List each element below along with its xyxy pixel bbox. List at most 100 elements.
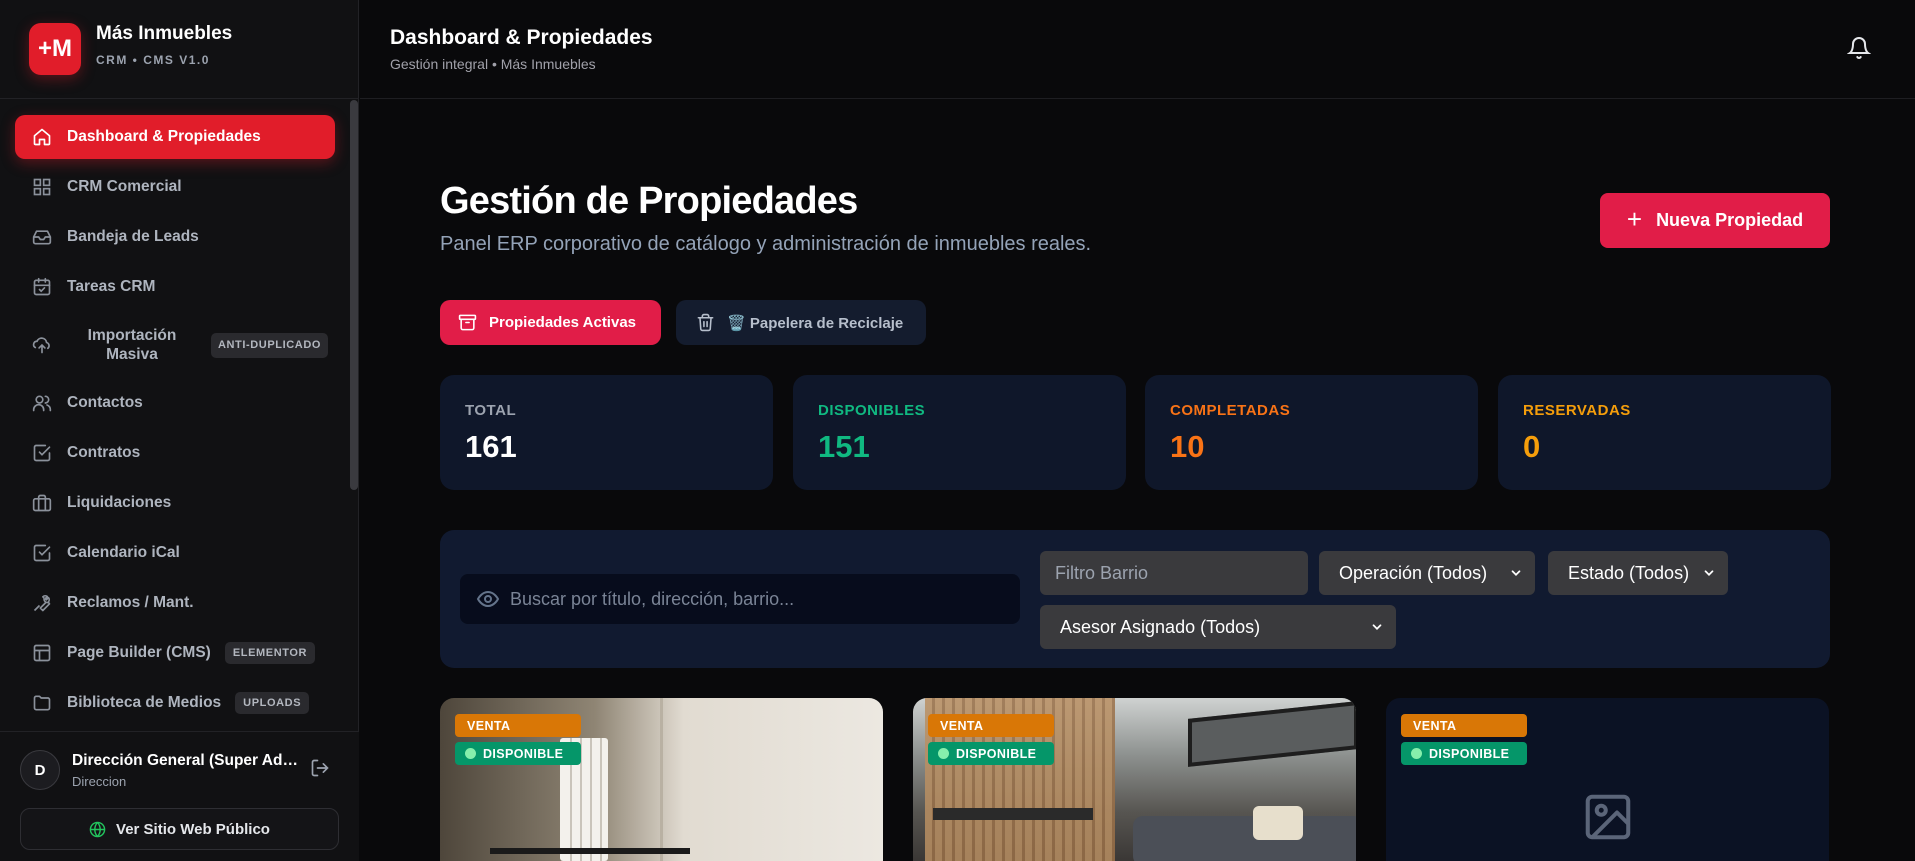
home-icon [32, 127, 52, 147]
stat-value: 151 [818, 429, 870, 464]
section-subtitle: Panel ERP corporativo de catálogo y admi… [440, 233, 1092, 255]
stat-label: COMPLETADAS [1170, 402, 1291, 419]
sidebar-item-label: Bandeja de Leads [67, 228, 199, 245]
public-site-label: Ver Sitio Web Público [116, 820, 270, 838]
filter-panel: Filtro Barrio Operación (Todos) Estado (… [440, 530, 1830, 668]
plus-icon: + [1626, 203, 1643, 234]
stat-value: 161 [465, 429, 517, 464]
chevron-down-icon [1509, 566, 1523, 580]
pipe-graphic [490, 848, 690, 854]
sidebar-item-contratos[interactable]: Contratos [15, 431, 335, 475]
chevron-down-icon [1370, 620, 1384, 634]
sidebar-item-biblioteca[interactable]: Biblioteca de Medios UPLOADS [15, 681, 335, 725]
sofa-graphic [1133, 816, 1356, 861]
sidebar-scrollbar[interactable] [350, 100, 358, 490]
logout-icon[interactable] [310, 758, 330, 783]
brand: +M Más Inmuebles CRM • CMS V1.0 [0, 0, 358, 99]
grid-icon [32, 177, 52, 197]
new-property-button[interactable]: + Nueva Propiedad [1600, 193, 1830, 248]
breadcrumb: Gestión integral • Más Inmuebles [390, 56, 596, 72]
calendar-check-icon [32, 277, 52, 297]
topbar: Dashboard & Propiedades Gestión integral… [360, 0, 1915, 99]
globe-icon [89, 821, 106, 838]
brand-logo[interactable]: +M [29, 23, 81, 75]
sidebar-item-label: Calendario iCal [67, 544, 180, 561]
stat-label: TOTAL [465, 402, 517, 419]
stat-label: DISPONIBLES [818, 402, 926, 419]
advisor-select[interactable]: Asesor Asignado (Todos) [1040, 605, 1396, 649]
briefcase-icon [32, 493, 52, 513]
search-input[interactable] [510, 588, 1000, 610]
brand-name: Más Inmuebles [96, 23, 233, 44]
stat-card-completadas: COMPLETADAS 10 [1145, 375, 1478, 490]
stat-value: 10 [1170, 429, 1205, 464]
barrio-filter-input[interactable]: Filtro Barrio [1040, 551, 1308, 595]
stat-card-disponibles: DISPONIBLES 151 [793, 375, 1126, 490]
cushion-graphic [1253, 806, 1303, 840]
sidebar-item-crm[interactable]: CRM Comercial [15, 165, 335, 209]
sidebar-item-label: Page Builder (CMS) [67, 644, 211, 661]
elementor-badge: ELEMENTOR [224, 642, 316, 664]
tab-recycle-bin[interactable]: 🗑️ Papelera de Reciclaje [676, 300, 926, 345]
anti-duplicado-badge: ANTI-DUPLICADO [211, 332, 328, 358]
archive-icon [458, 313, 477, 332]
sidebar-item-label: Tareas CRM [67, 278, 156, 295]
folder-icon [32, 693, 52, 713]
bell-icon[interactable] [1846, 36, 1872, 65]
inbox-icon [32, 227, 52, 247]
sidebar-item-importacion[interactable]: Importación Masiva ANTI-DUPLICADO [15, 315, 335, 375]
sidebar-item-contactos[interactable]: Contactos [15, 381, 335, 425]
advisor-select-value: Asesor Asignado (Todos) [1060, 616, 1261, 637]
stat-card-reservadas: RESERVADAS 0 [1498, 375, 1831, 490]
status-badge: DISPONIBLE [1401, 742, 1527, 765]
sidebar-item-label: Contratos [67, 444, 141, 461]
sidebar-item-label: Liquidaciones [67, 494, 172, 511]
sidebar-item-leads[interactable]: Bandeja de Leads [15, 215, 335, 259]
new-property-label: Nueva Propiedad [1656, 210, 1804, 230]
status-select[interactable]: Estado (Todos) [1548, 551, 1728, 595]
section-title: Gestión de Propiedades [440, 180, 858, 222]
stat-label: RESERVADAS [1523, 402, 1631, 419]
check-square-icon [32, 543, 52, 563]
sidebar-item-label: Importación Masiva [87, 327, 177, 363]
status-select-value: Estado (Todos) [1568, 562, 1690, 583]
status-label: DISPONIBLE [483, 746, 564, 761]
tab-label: 🗑️ Papelera de Reciclaje [727, 314, 904, 332]
sidebar-item-label: Contactos [67, 394, 143, 411]
operation-badge: VENTA [455, 714, 581, 737]
sidebar-item-reclamos[interactable]: Reclamos / Mant. [15, 581, 335, 625]
uploads-badge: UPLOADS [235, 692, 310, 714]
operation-badge: VENTA [928, 714, 1054, 737]
sidebar-item-dashboard[interactable]: Dashboard & Propiedades [15, 115, 335, 159]
tab-active-properties[interactable]: Propiedades Activas [440, 300, 661, 345]
property-card[interactable]: VENTA DISPONIBLE [440, 698, 883, 861]
search-box [460, 574, 1020, 624]
property-card[interactable]: VENTA DISPONIBLE [1386, 698, 1829, 861]
users-icon [32, 393, 52, 413]
sidebar-item-page-builder[interactable]: Page Builder (CMS) ELEMENTOR [15, 631, 335, 675]
sidebar-item-tareas[interactable]: Tareas CRM [15, 265, 335, 309]
sidebar-item-label: Biblioteca de Medios [67, 694, 222, 711]
trash-icon [696, 313, 715, 332]
image-placeholder-icon [1581, 790, 1635, 849]
public-site-button[interactable]: Ver Sitio Web Público [20, 808, 339, 850]
status-badge: DISPONIBLE [928, 742, 1054, 765]
layout-icon [32, 643, 52, 663]
user-role: Direccion [72, 773, 127, 789]
status-badge: DISPONIBLE [455, 742, 581, 765]
property-card[interactable]: VENTA DISPONIBLE [913, 698, 1356, 861]
status-dot [938, 748, 949, 759]
sidebar-item-liquidaciones[interactable]: Liquidaciones [15, 481, 335, 525]
tab-label: Propiedades Activas [489, 314, 637, 331]
page-title: Dashboard & Propiedades [390, 26, 653, 49]
operation-select[interactable]: Operación (Todos) [1319, 551, 1535, 595]
user-name: Dirección General (Super Admin) [72, 751, 300, 769]
property-photo [660, 698, 663, 861]
operation-badge: VENTA [1401, 714, 1527, 737]
eye-icon [476, 587, 500, 611]
table-graphic [933, 808, 1093, 820]
avatar[interactable]: D [20, 750, 60, 790]
status-label: DISPONIBLE [956, 746, 1037, 761]
sidebar-item-calendario[interactable]: Calendario iCal [15, 531, 335, 575]
check-square-icon [32, 443, 52, 463]
